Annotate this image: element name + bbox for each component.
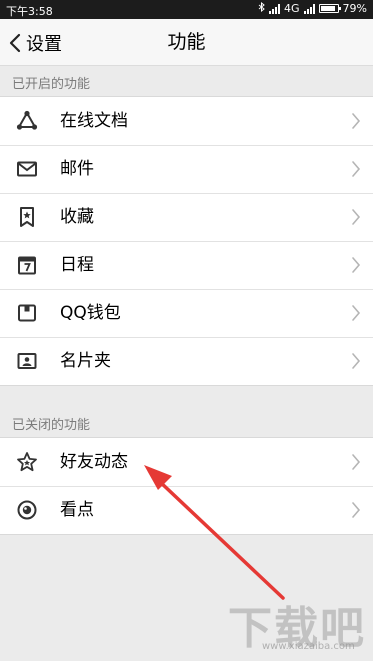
feature-item-online-doc[interactable]: 在线文档 <box>0 97 373 145</box>
signal-icon-2 <box>303 3 315 14</box>
online-doc-icon <box>15 109 39 133</box>
favorites-icon <box>15 205 39 229</box>
feature-label: 收藏 <box>60 207 94 227</box>
chevron-right-icon <box>351 501 361 519</box>
feature-label: 在线文档 <box>60 111 128 131</box>
card-holder-icon <box>15 349 39 373</box>
chevron-right-icon <box>351 304 361 322</box>
calendar-icon <box>15 253 39 277</box>
eye-icon <box>15 498 39 522</box>
chevron-right-icon <box>351 256 361 274</box>
signal-icon <box>269 3 281 14</box>
feature-label: 邮件 <box>60 159 94 179</box>
battery-icon <box>318 4 341 13</box>
feature-item-mail[interactable]: 邮件 <box>0 145 373 193</box>
feature-label: 日程 <box>60 255 94 275</box>
disabled-section-header: 已关闭的功能 <box>12 418 91 433</box>
feature-item-qq-wallet[interactable]: QQ钱包 <box>0 289 373 337</box>
chevron-right-icon <box>351 112 361 130</box>
battery-percent: 79% <box>342 2 367 15</box>
wallet-icon <box>15 301 39 325</box>
feature-label: 看点 <box>60 500 94 520</box>
bluetooth-icon <box>258 1 265 15</box>
network-type: 4G <box>284 2 300 15</box>
feature-label: QQ钱包 <box>60 303 121 323</box>
mail-icon <box>15 157 39 181</box>
chevron-right-icon <box>351 208 361 226</box>
feature-item-favorites[interactable]: 收藏 <box>0 193 373 241</box>
feature-item-friend-feed[interactable]: 好友动态 <box>0 438 373 486</box>
enabled-features-list: 在线文档 邮件 收藏 日程 QQ钱包 名片夹 <box>0 96 373 386</box>
feature-item-calendar[interactable]: 日程 <box>0 241 373 289</box>
feature-item-card-holder[interactable]: 名片夹 <box>0 337 373 385</box>
disabled-features-list: 好友动态 看点 <box>0 437 373 535</box>
page-title: 功能 <box>167 31 206 53</box>
feature-label: 名片夹 <box>60 351 111 371</box>
watermark-url: www.xiazaiba.com <box>262 641 355 652</box>
chevron-right-icon <box>351 453 361 471</box>
status-icons: 4G 79% <box>258 1 367 15</box>
status-time: 下午3:58 <box>6 5 53 18</box>
nav-bar: 设置 功能 <box>0 19 373 66</box>
chevron-right-icon <box>351 160 361 178</box>
status-bar: 下午3:58 4G 79% <box>0 0 373 19</box>
star-icon <box>15 450 39 474</box>
enabled-section-header: 已开启的功能 <box>12 77 91 92</box>
chevron-right-icon <box>351 352 361 370</box>
feature-label: 好友动态 <box>60 452 128 472</box>
feature-item-kandian[interactable]: 看点 <box>0 486 373 534</box>
